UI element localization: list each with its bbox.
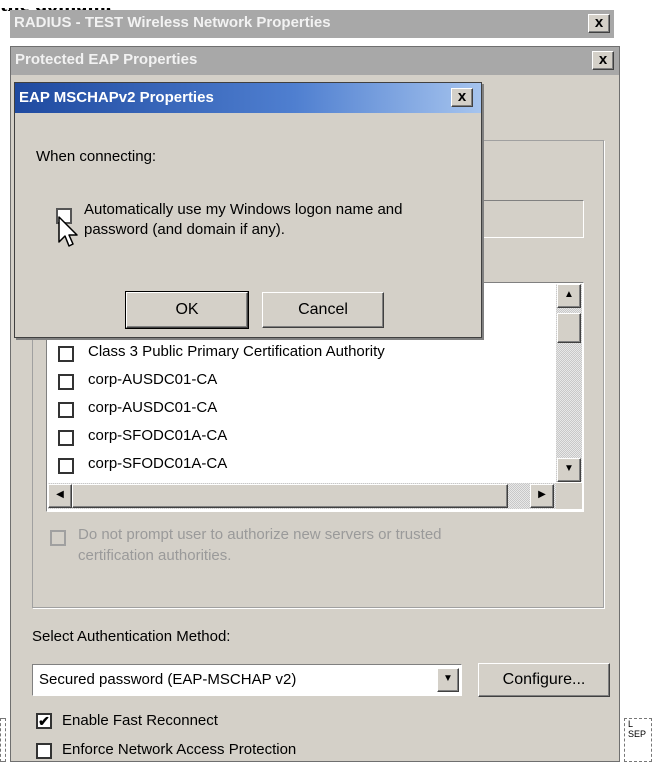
ca-label: corp-AUSDC01-CA: [88, 371, 218, 388]
ca-label: Class 3 Public Primary Certification Aut…: [88, 343, 385, 360]
ca-checkbox[interactable]: [58, 458, 74, 474]
peap-window-close-button[interactable]: x: [592, 51, 614, 70]
scroll-left-button[interactable]: ◀: [48, 484, 72, 508]
outer-window-titlebar: RADIUS - TEST Wireless Network Propertie…: [10, 10, 614, 38]
peap-window-title: Protected EAP Properties: [15, 51, 198, 68]
right-marker-line2: SEP: [628, 729, 647, 739]
close-icon: x: [457, 88, 467, 105]
heading-mask: [0, 0, 654, 8]
outer-window-title: RADIUS - TEST Wireless Network Propertie…: [14, 14, 331, 31]
ca-checkbox[interactable]: [58, 430, 74, 446]
no-prompt-label-line2: certification authorities.: [78, 547, 232, 564]
scroll-right-button[interactable]: ▶: [530, 484, 554, 508]
cancel-button[interactable]: Cancel: [262, 292, 384, 328]
scroll-up-button[interactable]: ▲: [557, 284, 581, 308]
mschapv2-close-button[interactable]: x: [451, 88, 473, 107]
scrollbar-thumb[interactable]: [557, 313, 581, 343]
triangle-up-icon: ▲: [564, 289, 574, 300]
configure-button[interactable]: Configure...: [478, 663, 610, 697]
mschapv2-title: EAP MSCHAPv2 Properties: [19, 89, 214, 106]
peap-window-titlebar: Protected EAP Properties: [11, 47, 619, 75]
triangle-left-icon: ◀: [56, 489, 64, 500]
left-edge-marker: [0, 718, 6, 762]
ok-button[interactable]: OK: [125, 291, 249, 329]
triangle-right-icon: ▶: [538, 489, 546, 500]
mouse-cursor-icon: [58, 216, 78, 247]
auto-logon-label-line2: password (and domain if any).: [84, 221, 285, 238]
ca-label: corp-AUSDC01-CA: [88, 399, 218, 416]
right-marker-line1: L: [628, 719, 634, 729]
ca-label: corp-SFODC01A-CA: [88, 427, 228, 444]
servers-field-partial[interactable]: [476, 200, 584, 238]
ca-label: corp-SFODC01A-CA: [88, 455, 228, 472]
no-prompt-label-line1: Do not prompt user to authorize new serv…: [78, 526, 442, 543]
mschapv2-titlebar: EAP MSCHAPv2 Properties: [15, 83, 481, 113]
ca-checkbox[interactable]: [58, 346, 74, 362]
scrollbar-corner: [556, 483, 582, 509]
right-edge-marker: L SEP: [624, 718, 652, 762]
nap-checkbox[interactable]: [36, 743, 52, 759]
triangle-down-icon: ▼: [564, 463, 574, 474]
no-prompt-checkbox[interactable]: [50, 530, 66, 546]
scroll-down-button[interactable]: ▼: [557, 458, 581, 482]
auto-logon-label-line1: Automatically use my Windows logon name …: [84, 201, 403, 218]
fast-reconnect-label: Enable Fast Reconnect: [62, 712, 218, 729]
dropdown-arrow-icon[interactable]: ▼: [437, 668, 459, 692]
when-connecting-label: When connecting:: [36, 148, 157, 165]
auth-method-label: Select Authentication Method:: [32, 628, 231, 645]
fast-reconnect-checkbox[interactable]: ✔: [36, 713, 52, 729]
close-icon: x: [598, 51, 608, 68]
auth-method-value: Secured password (EAP-MSCHAP v2): [39, 671, 297, 688]
ca-checkbox[interactable]: [58, 374, 74, 390]
auth-method-select[interactable]: Secured password (EAP-MSCHAP v2) ▼: [32, 664, 462, 696]
close-icon: x: [594, 14, 604, 31]
horizontal-scrollbar-thumb[interactable]: [72, 484, 508, 508]
nap-label: Enforce Network Access Protection: [62, 741, 297, 758]
ca-checkbox[interactable]: [58, 402, 74, 418]
outer-window-close-button[interactable]: x: [588, 14, 610, 33]
